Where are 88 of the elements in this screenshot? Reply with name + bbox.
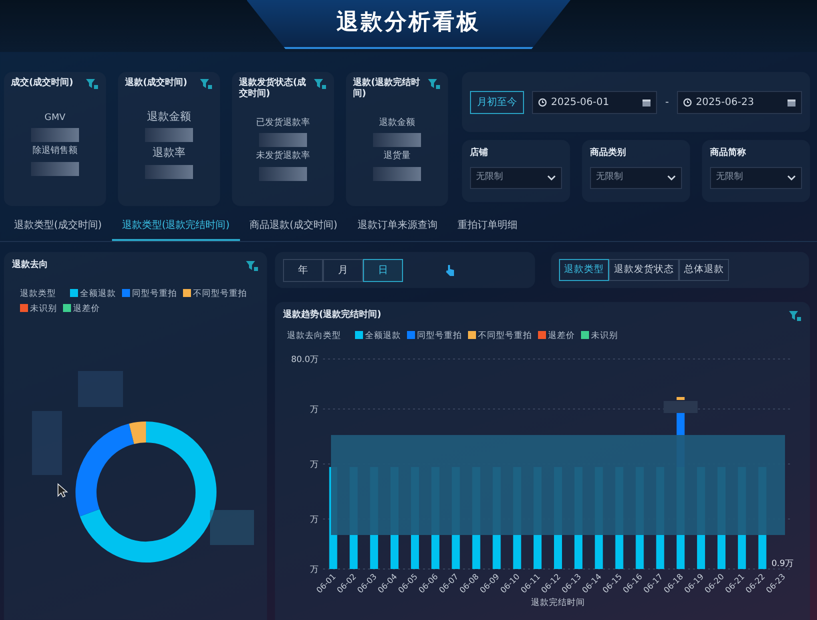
metric-label: 除退销售额 [32,145,78,158]
data-label: 0.9万 [772,558,794,569]
date-text: 2025-06-23 [696,96,754,110]
legend-item: 不同型号重拍 [183,288,247,301]
redaction-block [664,400,698,413]
period-button[interactable]: 月 [323,258,363,282]
clock-icon [682,98,692,106]
filter-icon[interactable] [427,78,441,90]
redaction-block [259,166,307,181]
axis-tick-label: 万 [310,514,319,525]
card-title: 退款(成交时间) [125,78,188,90]
legend-item: 全额退款 [70,288,116,301]
date-field[interactable]: 2025-06-23 [676,90,802,114]
redaction-block [373,166,421,181]
filter-icon[interactable] [788,310,802,322]
redaction-block [78,370,123,406]
cursor-icon [58,482,68,498]
axis-tick-label: 万 [310,564,319,575]
dropdown-value: 无限制 [476,171,503,184]
date-separator: - [665,96,669,110]
view-button[interactable]: 退款类型 [559,258,609,282]
chevron-down-icon [667,175,676,181]
legend-item: 未识别 [581,330,618,343]
calendar-icon[interactable] [642,98,652,106]
dropdown-field[interactable]: 无限制 [710,167,802,189]
filter-label: 商品简称 [710,148,747,160]
legend-item: 同型号重拍 [407,330,462,343]
legend-item: 退差价 [538,330,575,343]
metric-label: 退款率 [152,145,186,161]
panel-title: 退款去向 [12,260,48,272]
metric-label: 退货量 [382,150,412,164]
date-text: 2025-06-01 [551,96,610,110]
metric-label: 未发货退款率 [255,150,311,164]
dropdown-value: 无限制 [716,171,743,184]
redaction-block [32,410,62,474]
legend-item: 退差价 [63,302,100,316]
panel-title: 退款趋势(退款完结时间) [283,310,382,322]
tab[interactable]: 退款订单来源查询 [347,210,448,241]
filter-icon[interactable] [245,260,259,272]
redaction-block [210,510,254,544]
dropdown-field[interactable]: 无限制 [470,167,562,189]
legend-item: 不同型号重拍 [468,330,532,343]
tab[interactable]: 商品退款(成交时间) [240,210,348,241]
metric-label: GMV [44,112,66,124]
legend-item: 全额退款 [355,330,401,343]
metric-label: 退款金额 [378,116,416,130]
filter-icon[interactable] [85,78,99,90]
axis-title: 退款完结时间 [531,598,585,608]
tab[interactable]: 退款类型(成交时间) [4,210,112,241]
dropdown-field[interactable]: 无限制 [590,167,682,189]
filter-label: 店铺 [470,148,489,160]
card-title: 成交(成交时间) [11,78,74,90]
card-title: 退款发货状态(成交时间) [239,78,308,100]
chevron-down-icon [787,175,796,181]
filter-label: 商品类别 [590,148,627,160]
redaction-block [145,164,193,178]
view-button[interactable]: 退款发货状态 [609,258,679,282]
axis-tick-label: 80.0万 [291,354,319,365]
card-title: 退款(退款完结时间) [353,78,422,100]
dropdown-value: 无限制 [596,171,623,184]
view-button[interactable]: 总体退款 [679,258,729,282]
redaction-block [31,128,79,142]
redaction-block [145,128,193,142]
redaction-block [31,162,79,176]
clock-icon [538,98,547,106]
period-button[interactable]: 年 [283,258,323,282]
metric-label: 已发货退款率 [255,116,311,130]
metric-label: 退款金额 [146,108,192,124]
tab[interactable]: 重拍订单明细 [447,210,528,241]
legend-title: 退款类型 [20,288,56,301]
filter-icon[interactable] [313,78,327,90]
date-field[interactable]: 2025-06-01 [532,90,658,114]
legend-item: 未识别 [20,302,57,316]
redaction-block [259,133,307,148]
calendar-icon[interactable] [787,98,796,106]
bar [676,396,685,400]
chevron-down-icon [547,175,556,181]
pointer-icon [445,264,455,276]
redaction-block [373,133,421,148]
preset-button[interactable]: 月初至今 [470,90,524,114]
axis-tick-label: 万 [310,460,319,470]
axis-tick-label: 万 [310,404,319,415]
period-button[interactable]: 日 [363,258,403,282]
legend-title: 退款去向类型 [287,330,341,343]
legend-item: 同型号重拍 [122,288,177,301]
tab[interactable]: 退款类型(退款完结时间) [112,210,240,241]
filter-icon[interactable] [199,78,213,90]
dashboard-title: 退款分析看板 [246,0,570,49]
